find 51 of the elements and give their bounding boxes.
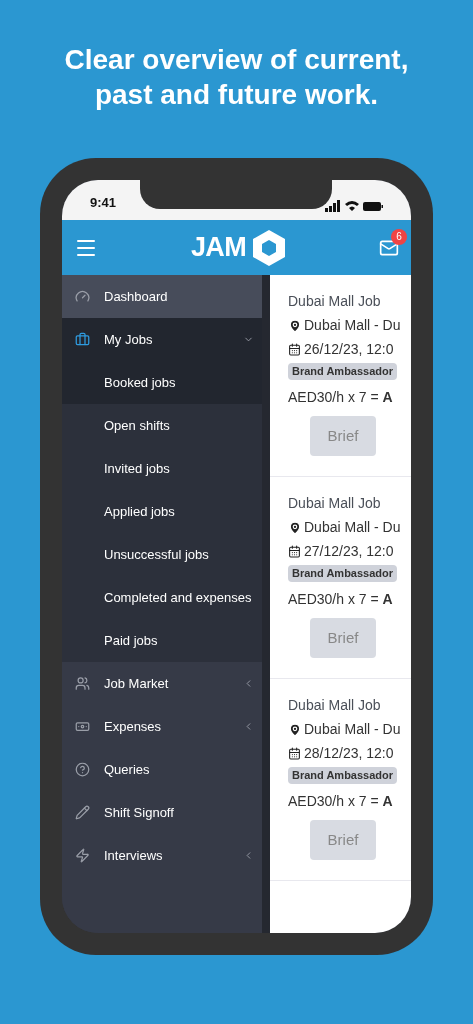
map-pin-icon: [288, 318, 302, 333]
role-tag: Brand Ambassador: [288, 363, 398, 380]
job-date: 26/12/23, 12:0: [304, 340, 394, 359]
status-time: 9:41: [90, 193, 117, 212]
job-title: Dubai Mall Job: [288, 696, 382, 715]
submenu-item[interactable]: Applied jobs: [62, 490, 262, 533]
calendar-icon: [288, 343, 301, 356]
submenu-item[interactable]: Open shifts: [62, 404, 262, 447]
sidebar-item-label: Shift Signoff: [104, 803, 175, 822]
sidebar-item-label: Queries: [104, 760, 151, 779]
job-rate: AED30/h x 7 = A: [288, 792, 394, 811]
headline: Clear overview of current, past and future work.: [63, 43, 410, 112]
sidebar-item[interactable]: Dashboard: [62, 275, 262, 318]
role-tag: Brand Ambassador: [288, 767, 398, 784]
submenu-item[interactable]: Unsuccessful jobs: [62, 533, 262, 576]
pencil-icon: [75, 805, 90, 820]
map-pin-icon: [288, 520, 302, 535]
job-date: 28/12/23, 12:0: [304, 744, 394, 763]
sidebar-item[interactable]: My Jobs: [62, 318, 262, 361]
job-location: Dubai Mall - Du: [304, 518, 401, 537]
map-pin-icon: [288, 722, 302, 737]
calendar-icon: [288, 747, 301, 760]
sidebar-item-label: Interviews: [104, 846, 164, 865]
notification-badge: 6: [391, 228, 407, 245]
job-date: 27/12/23, 12:0: [304, 542, 394, 561]
sidebar-item-label: My Jobs: [104, 330, 154, 349]
logo-text: JAM: [191, 231, 246, 265]
question-icon: [75, 762, 90, 777]
job-rate: AED30/h x 7 = A: [288, 590, 394, 609]
lightning-icon: [75, 848, 90, 863]
briefcase-icon: [75, 332, 90, 347]
job-location: Dubai Mall - Du: [304, 720, 401, 739]
submenu-item[interactable]: Completed and expenses: [62, 576, 262, 619]
job-title: Dubai Mall Job: [288, 292, 382, 311]
job-title: Dubai Mall Job: [288, 494, 382, 513]
job-rate: AED30/h x 7 = A: [288, 388, 394, 407]
job-location: Dubai Mall - Du: [304, 316, 401, 335]
sidebar-item-label: Dashboard: [104, 287, 169, 306]
scrollbar[interactable]: [262, 275, 270, 933]
people-icon: [75, 676, 90, 691]
submenu-item[interactable]: Invited jobs: [62, 447, 262, 490]
gauge-icon: [75, 289, 90, 304]
calendar-icon: [288, 545, 301, 558]
sidebar-item-label: Job Market: [104, 674, 170, 693]
role-tag: Brand Ambassador: [288, 565, 398, 582]
logo-hexagon-icon: [252, 228, 286, 267]
submenu-item[interactable]: Paid jobs: [62, 619, 262, 662]
banknote-icon: [75, 719, 90, 734]
sidebar-item-label: Expenses: [104, 717, 163, 736]
status-icons: [325, 200, 383, 212]
submenu-item[interactable]: Booked jobs: [62, 361, 262, 404]
